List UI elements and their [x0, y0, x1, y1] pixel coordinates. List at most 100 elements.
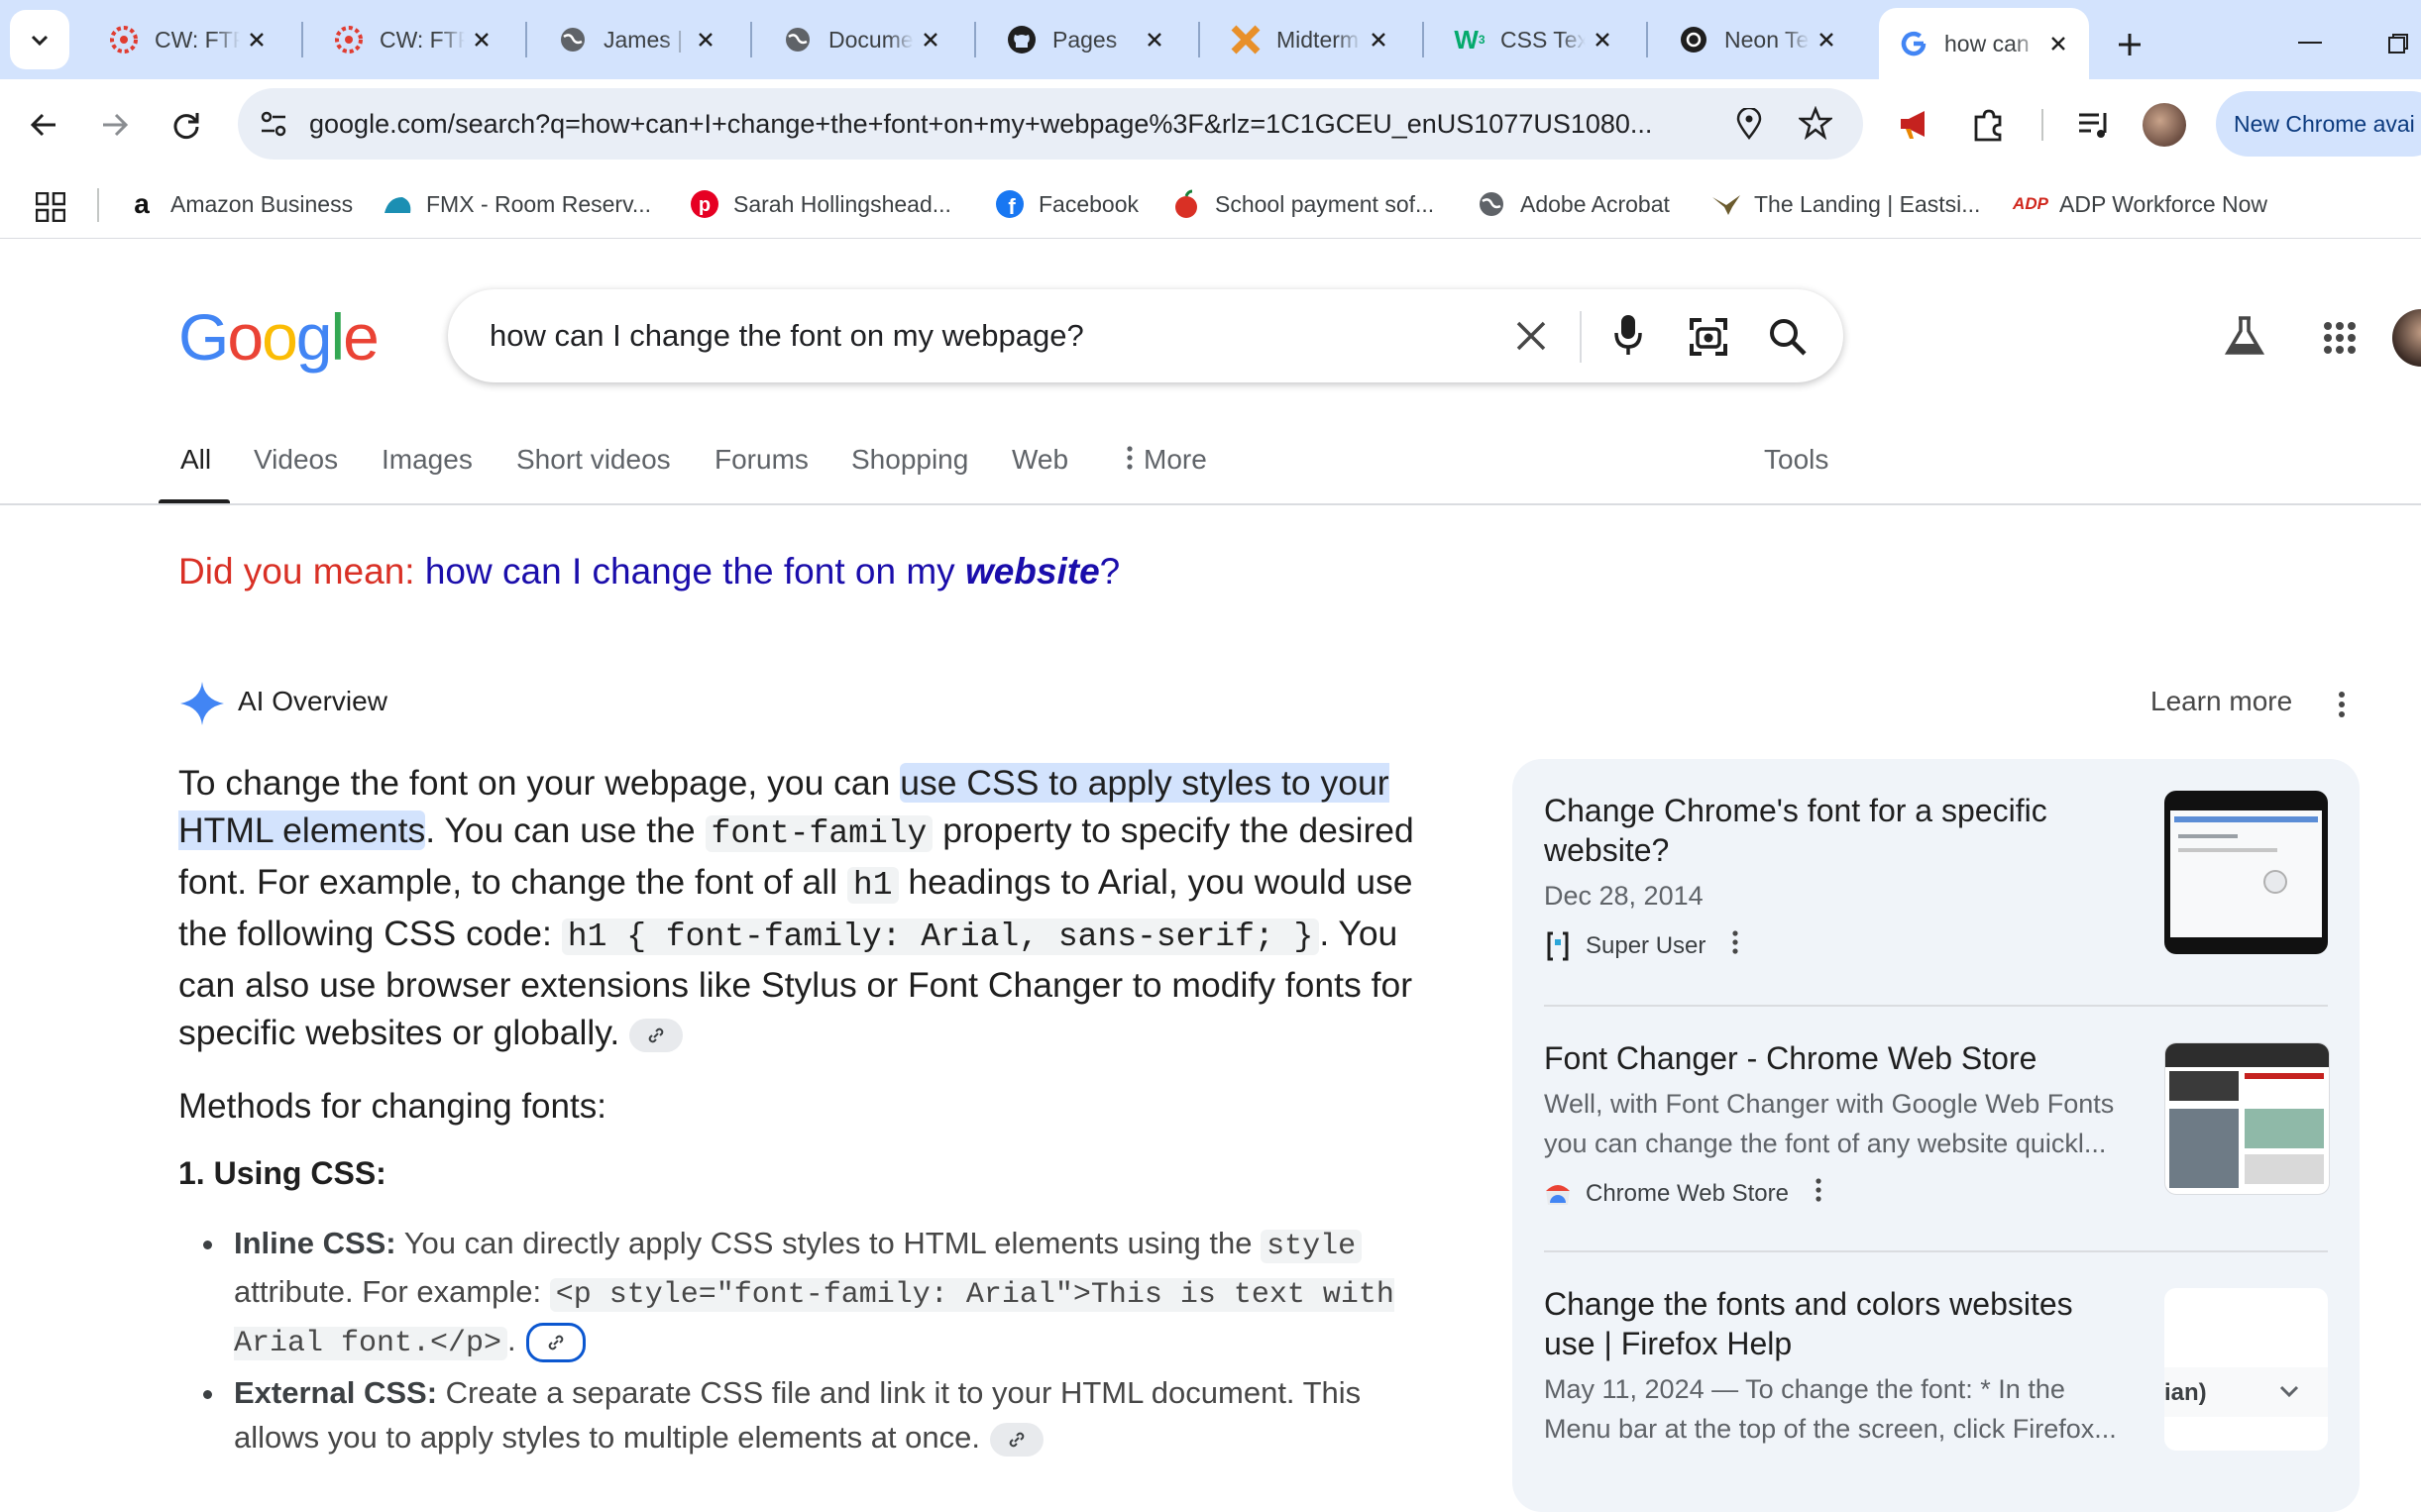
close-icon[interactable]: [689, 23, 722, 56]
close-icon[interactable]: [914, 23, 947, 56]
extensions-puzzle-icon[interactable]: [1970, 107, 2006, 148]
close-icon[interactable]: [1586, 23, 1619, 56]
reading-list-icon[interactable]: [2077, 109, 2111, 146]
card-divider: [1544, 1250, 2328, 1252]
close-icon[interactable]: [1362, 23, 1395, 56]
tab-forums[interactable]: Forums: [715, 444, 809, 476]
tab-all[interactable]: All: [180, 444, 211, 476]
bookmark-fmx[interactable]: FMX - Room Reserv...: [383, 180, 651, 228]
search-input[interactable]: how can I change the font on my webpage?: [490, 289, 1084, 382]
superuser-icon: [1544, 931, 1572, 960]
minimize-button[interactable]: [2287, 24, 2333, 63]
clear-search-icon[interactable]: [1514, 319, 1548, 358]
tab-videos[interactable]: Videos: [254, 444, 338, 476]
url-text[interactable]: google.com/search?q=how+can+I+change+the…: [309, 88, 1652, 160]
tab-neon[interactable]: Neon Te: [1659, 8, 1857, 71]
source-snippet-3: May 11, 2024 — To change the font: * In …: [1544, 1374, 2117, 1444]
tab-midterm[interactable]: Midterm: [1211, 8, 1409, 71]
source-title-3[interactable]: Change the fonts and colors websites use…: [1544, 1284, 2129, 1363]
tab-web[interactable]: Web: [1012, 444, 1068, 476]
tab-search-button[interactable]: [10, 10, 69, 69]
source-link-chip[interactable]: [990, 1422, 1044, 1457]
bookmark-adp[interactable]: ADP ADP Workforce Now: [2013, 180, 2267, 228]
close-icon[interactable]: [2041, 27, 2075, 60]
close-icon[interactable]: [1138, 23, 1171, 56]
google-icon: [1897, 27, 1930, 60]
bookmark-school-payment[interactable]: School payment sof...: [1171, 180, 1434, 228]
forward-button[interactable]: [91, 101, 139, 149]
close-icon[interactable]: [1810, 23, 1843, 56]
source-link-chip[interactable]: [525, 1322, 586, 1362]
source-link-chip[interactable]: [629, 1018, 684, 1052]
address-bar[interactable]: google.com/search?q=how+can+I+change+the…: [238, 88, 1863, 160]
more-vert-icon[interactable]: [1731, 929, 1739, 962]
bookmark-adobe-acrobat[interactable]: Adobe Acrobat: [1477, 180, 1670, 228]
new-chrome-available-button[interactable]: New Chrome avai: [2216, 91, 2421, 157]
source-title-2[interactable]: Font Changer - Chrome Web Store: [1544, 1038, 2129, 1078]
google-apps-icon[interactable]: [2323, 321, 2357, 360]
location-pin-icon[interactable]: [1736, 106, 1762, 145]
ai-overview-menu-icon[interactable]: [2337, 690, 2347, 724]
maximize-button[interactable]: [2378, 24, 2418, 63]
bookmarks-bar: a Amazon Business FMX - Room Reserv... pS…: [0, 170, 2421, 239]
tab-shopping[interactable]: Shopping: [851, 444, 968, 476]
site-info-icon[interactable]: [256, 106, 291, 142]
source-thumbnail-2[interactable]: [2164, 1042, 2330, 1195]
bookmark-sarah-hollingshead[interactable]: p Sarah Hollingshead...: [690, 180, 951, 228]
source-site-1[interactable]: Super User: [1544, 929, 1739, 962]
bookmark-label: Adobe Acrobat: [1520, 190, 1670, 217]
close-icon[interactable]: [465, 23, 498, 56]
tab-cw-ftp-1[interactable]: CW: FTP: [89, 8, 287, 71]
tab-document[interactable]: Docume: [763, 8, 961, 71]
learn-more-link[interactable]: Learn more: [2150, 686, 2292, 717]
restore-icon: [2388, 34, 2408, 54]
apple-icon: [1171, 189, 1201, 219]
tab-short-videos[interactable]: Short videos: [516, 444, 671, 476]
tab-title: how can: [1944, 30, 2030, 56]
bookmark-star-icon[interactable]: [1797, 105, 1834, 145]
tab-images[interactable]: Images: [382, 444, 473, 476]
microphone-icon[interactable]: [1613, 313, 1643, 364]
new-tab-button[interactable]: [2107, 22, 2152, 67]
x-logo-icon: [1229, 23, 1263, 56]
search-box[interactable]: how can I change the font on my webpage?: [448, 289, 1843, 382]
megaphone-extension-icon[interactable]: [1897, 107, 1932, 148]
openai-icon: [1677, 23, 1710, 56]
bookmark-the-landing[interactable]: The Landing | Eastsi...: [1710, 180, 1980, 228]
tab-title: Midterm: [1276, 26, 1360, 53]
arrow-right-icon: [103, 113, 129, 137]
tools-button[interactable]: Tools: [1764, 444, 1828, 476]
source-title-1[interactable]: Change Chrome's font for a specific webs…: [1544, 791, 2129, 870]
apps-grid-icon[interactable]: [35, 191, 66, 227]
profile-avatar[interactable]: [2143, 103, 2186, 147]
labs-flask-icon[interactable]: [2224, 315, 2265, 362]
tab-more[interactable]: More: [1126, 444, 1207, 478]
did-you-mean-link[interactable]: how can I change the font on my website?: [425, 551, 1120, 592]
globe-icon: [1477, 189, 1506, 219]
adp-icon: ADP: [2013, 194, 2048, 213]
reload-icon: [173, 113, 199, 140]
google-logo[interactable]: Google: [178, 297, 380, 377]
tab-css-text[interactable]: W3 CSS Tex: [1435, 8, 1633, 71]
account-avatar[interactable]: [2392, 309, 2421, 367]
tab-james[interactable]: James |: [538, 8, 736, 71]
pinterest-icon: p: [690, 189, 719, 219]
source-thumbnail-3[interactable]: ian): [2164, 1288, 2328, 1451]
tab-pages[interactable]: Pages: [987, 8, 1185, 71]
close-icon[interactable]: [240, 23, 274, 56]
ai-overview-paragraph: To change the font on your webpage, you …: [178, 763, 1414, 1052]
source-thumbnail-1[interactable]: [2164, 791, 2328, 954]
search-icon[interactable]: [1768, 317, 1808, 362]
more-vert-icon[interactable]: [1815, 1177, 1822, 1210]
bookmark-facebook[interactable]: f Facebook: [995, 180, 1139, 228]
google-lens-icon[interactable]: [1689, 317, 1728, 362]
tab-how-can[interactable]: how can: [1879, 8, 2089, 79]
bookmark-amazon-business[interactable]: a Amazon Business: [127, 180, 353, 228]
github-icon: [1005, 23, 1039, 56]
reload-button[interactable]: [163, 101, 210, 149]
did-you-mean: Did you mean: how can I change the font …: [178, 551, 1120, 593]
more-vert-icon: [1126, 445, 1134, 478]
source-site-2[interactable]: Chrome Web Store: [1544, 1177, 1822, 1210]
back-button[interactable]: [20, 101, 67, 149]
tab-cw-ftp-2[interactable]: CW: FTP: [314, 8, 512, 71]
